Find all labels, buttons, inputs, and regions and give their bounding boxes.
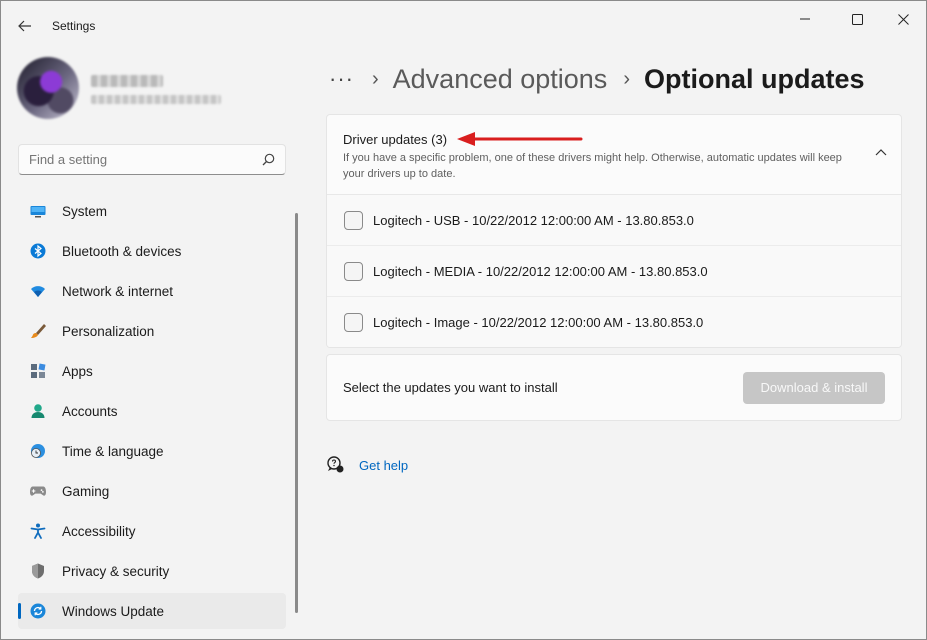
driver-item[interactable]: Logitech - Image - 10/22/2012 12:00:00 A…	[327, 297, 901, 347]
shield-icon	[30, 563, 46, 579]
sidebar-item-time-language[interactable]: Time & language	[18, 433, 286, 469]
get-help-link[interactable]: Get help	[359, 458, 408, 473]
app-title: Settings	[52, 19, 96, 33]
sidebar-item-label: Personalization	[62, 323, 155, 339]
wifi-icon	[30, 283, 46, 299]
search-icon[interactable]	[262, 153, 275, 166]
page-title: Optional updates	[643, 63, 865, 94]
sidebar-item-personalization[interactable]: Personalization	[18, 313, 286, 349]
sidebar-scrollbar[interactable]	[295, 213, 298, 613]
monitor-icon	[30, 203, 46, 219]
gamepad-icon	[30, 483, 46, 499]
close-button[interactable]	[880, 5, 926, 33]
apps-icon	[30, 363, 46, 379]
sidebar-item-label: Accounts	[62, 403, 118, 419]
settings-window: Settings System Bluetooth & de	[0, 0, 927, 640]
profile-name-blurred	[91, 75, 163, 87]
sidebar-item-privacy-security[interactable]: Privacy & security	[18, 553, 286, 589]
minimize-icon	[800, 18, 810, 20]
sidebar-item-label: Apps	[62, 363, 93, 379]
sidebar-item-accounts[interactable]: Accounts	[18, 393, 286, 429]
install-panel: Select the updates you want to install D…	[326, 354, 902, 421]
help-chat-icon	[327, 456, 345, 474]
avatar[interactable]	[17, 57, 79, 119]
driver-label: Logitech - MEDIA - 10/22/2012 12:00:00 A…	[373, 263, 708, 279]
driver-checkbox[interactable]	[344, 313, 363, 332]
search-box[interactable]	[18, 144, 286, 175]
sidebar-item-label: Time & language	[62, 443, 164, 459]
maximize-button[interactable]	[834, 5, 880, 33]
sidebar-item-label: Bluetooth & devices	[62, 243, 182, 259]
chevron-right-icon: ›	[371, 67, 379, 90]
driver-label: Logitech - Image - 10/22/2012 12:00:00 A…	[373, 315, 704, 330]
profile-email-blurred	[91, 95, 221, 104]
driver-item[interactable]: Logitech - MEDIA - 10/22/2012 12:00:00 A…	[327, 246, 901, 297]
sidebar-item-label: System	[62, 203, 108, 219]
chevron-right-icon: ›	[623, 67, 630, 90]
sidebar-item-accessibility[interactable]: Accessibility	[18, 513, 286, 549]
driver-checkbox[interactable]	[344, 210, 363, 230]
sidebar-item-label: Privacy & security	[62, 563, 170, 579]
driver-updates-header[interactable]: Driver updates (3) If you have a specifi…	[327, 115, 901, 195]
brush-icon	[30, 323, 46, 339]
sidebar-nav: System Bluetooth & devices Network & int…	[18, 193, 286, 633]
sidebar-item-gaming[interactable]: Gaming	[18, 473, 286, 509]
driver-updates-panel: Driver updates (3) If you have a specifi…	[326, 114, 902, 348]
driver-checkbox[interactable]	[344, 261, 363, 281]
breadcrumb: ··· › Advanced options › Optional update…	[329, 59, 865, 99]
chevron-up-icon[interactable]	[875, 148, 887, 156]
annotation-arrow	[457, 132, 583, 146]
sidebar-item-windows-update[interactable]: Windows Update	[18, 593, 286, 629]
sidebar-item-label: Network & internet	[62, 283, 174, 299]
sidebar-item-apps[interactable]: Apps	[18, 353, 286, 389]
person-icon	[30, 403, 46, 419]
maximize-icon	[851, 13, 863, 25]
minimize-button[interactable]	[782, 5, 828, 33]
search-input[interactable]	[29, 152, 262, 167]
sidebar-item-network[interactable]: Network & internet	[18, 273, 286, 309]
title-bar: Settings	[1, 1, 926, 49]
sidebar-item-label: Gaming	[62, 483, 110, 499]
driver-updates-title: Driver updates (3)	[343, 132, 448, 147]
install-prompt: Select the updates you want to install	[343, 380, 558, 395]
close-icon	[897, 13, 909, 25]
back-button[interactable]	[11, 13, 39, 39]
driver-updates-description: If you have a specific problem, one of t…	[343, 152, 842, 180]
driver-label: Logitech - USB - 10/22/2012 12:00:00 AM …	[373, 212, 694, 228]
download-install-button[interactable]: Download & install	[743, 371, 885, 404]
globe-clock-icon	[30, 443, 46, 459]
update-icon	[30, 603, 46, 619]
sidebar-item-bluetooth[interactable]: Bluetooth & devices	[18, 233, 286, 269]
breadcrumb-more-button[interactable]: ···	[329, 66, 354, 92]
accessibility-icon	[30, 523, 46, 539]
bluetooth-icon	[30, 243, 46, 259]
sidebar-item-label: Accessibility	[62, 523, 136, 539]
back-arrow-icon	[18, 20, 31, 32]
driver-item[interactable]: Logitech - USB - 10/22/2012 12:00:00 AM …	[327, 195, 901, 246]
get-help-link-row[interactable]: Get help	[327, 456, 408, 474]
sidebar-item-system[interactable]: System	[18, 193, 286, 229]
breadcrumb-parent-link[interactable]: Advanced options	[393, 64, 608, 95]
sidebar-item-label: Windows Update	[62, 603, 165, 619]
